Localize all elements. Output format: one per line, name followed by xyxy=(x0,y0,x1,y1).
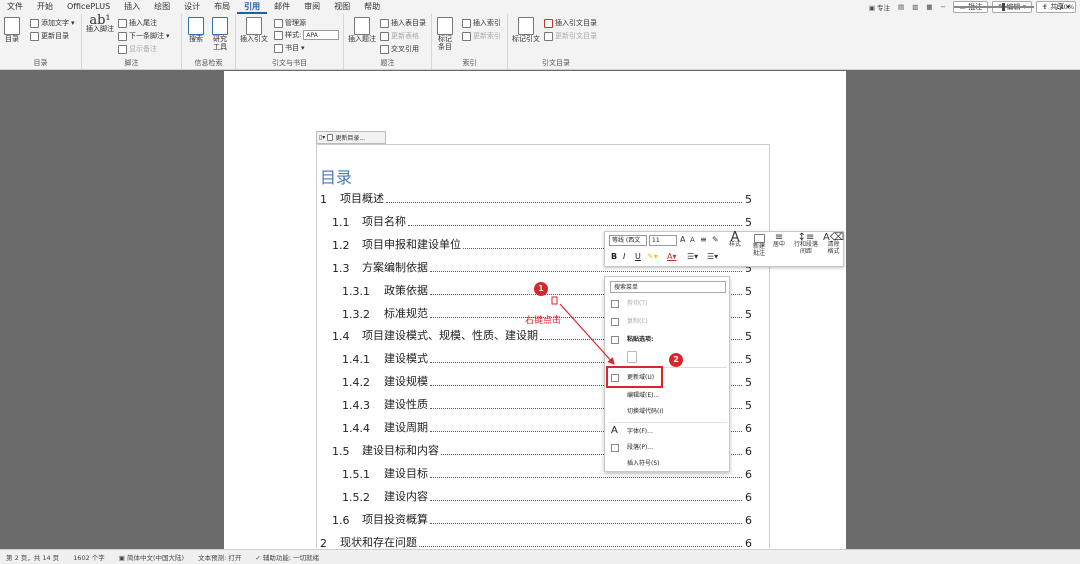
accessibility-status[interactable]: ✓ 辅助功能: 一切就绪 xyxy=(255,552,319,562)
web-layout-icon[interactable]: ▦ xyxy=(926,3,932,11)
language-status[interactable]: ▣ 简体中文(中国大陆) xyxy=(119,552,184,562)
step-badge-2: 2 xyxy=(669,353,683,367)
status-bar: 第 2 页，共 14 页 1602 个字 ▣ 简体中文(中国大陆) 文本预测: … xyxy=(0,549,1080,564)
step-badge-1: 1 xyxy=(534,282,548,296)
word-count[interactable]: 1602 个字 xyxy=(73,552,105,562)
zoom-level[interactable]: 140% xyxy=(1055,3,1074,11)
page-count[interactable]: 第 2 页，共 14 页 xyxy=(6,552,59,562)
annotation-arrow xyxy=(559,303,615,365)
focus-button[interactable]: ▣ 专注 xyxy=(869,2,890,12)
zoom-out-icon[interactable]: − xyxy=(941,3,946,11)
print-layout-icon[interactable]: ▤ xyxy=(898,3,904,11)
zoom-in-icon[interactable]: + xyxy=(1042,3,1047,11)
focus-icon: ▣ xyxy=(868,4,878,12)
text-prediction-status[interactable]: 文本预测: 打开 xyxy=(198,552,241,562)
zoom-slider[interactable] xyxy=(953,3,1034,11)
status-right: ▣ 专注 ▤ ▥ ▦ − + 140% xyxy=(869,2,1074,12)
right-click-note: 右键点击 xyxy=(525,316,562,326)
click-target-marker xyxy=(551,296,558,305)
zoom-thumb[interactable] xyxy=(1001,3,1005,11)
read-mode-icon[interactable]: ▥ xyxy=(912,3,918,11)
proofing-icon: ▣ xyxy=(118,554,127,562)
accessibility-icon: ✓ xyxy=(255,554,263,562)
